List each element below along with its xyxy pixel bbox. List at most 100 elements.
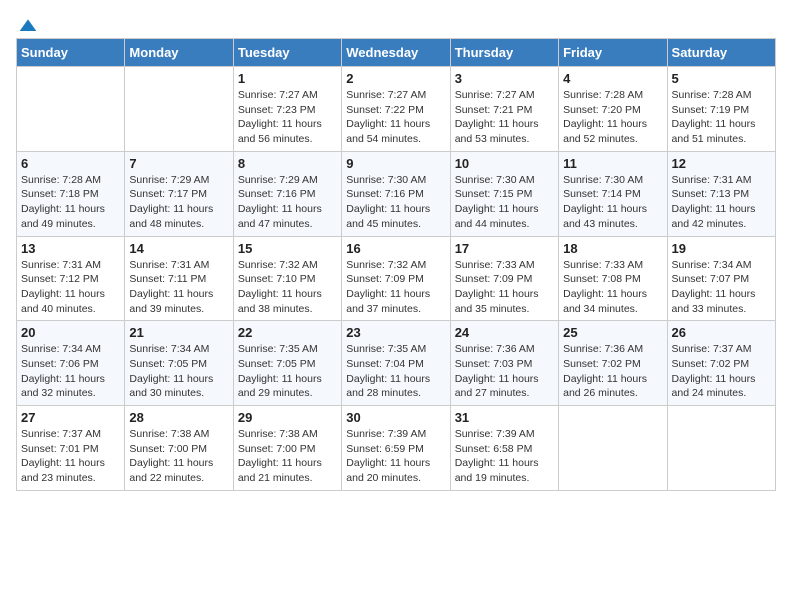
day-info: Sunrise: 7:36 AMSunset: 7:03 PMDaylight:… [455, 342, 554, 401]
day-number: 9 [346, 156, 445, 171]
calendar-cell: 25 Sunrise: 7:36 AMSunset: 7:02 PMDayligh… [559, 321, 667, 406]
calendar-week-row: 13 Sunrise: 7:31 AMSunset: 7:12 PMDayligh… [17, 236, 776, 321]
calendar-cell: 26 Sunrise: 7:37 AMSunset: 7:02 PMDayligh… [667, 321, 775, 406]
day-number: 28 [129, 410, 228, 425]
day-info: Sunrise: 7:28 AMSunset: 7:20 PMDaylight:… [563, 88, 662, 147]
day-number: 19 [672, 241, 771, 256]
day-info: Sunrise: 7:36 AMSunset: 7:02 PMDaylight:… [563, 342, 662, 401]
day-info: Sunrise: 7:38 AMSunset: 7:00 PMDaylight:… [238, 427, 337, 486]
day-of-week-header: Saturday [667, 39, 775, 67]
calendar-cell: 23 Sunrise: 7:35 AMSunset: 7:04 PMDayligh… [342, 321, 450, 406]
day-number: 14 [129, 241, 228, 256]
day-number: 11 [563, 156, 662, 171]
calendar-cell: 5 Sunrise: 7:28 AMSunset: 7:19 PMDaylight… [667, 67, 775, 152]
day-number: 2 [346, 71, 445, 86]
day-number: 21 [129, 325, 228, 340]
calendar-cell: 15Sunrise: 7:32 AMSunset: 7:10 PMDayligh… [233, 236, 341, 321]
calendar-cell: 31Sunrise: 7:39 AMSunset: 6:58 PMDayligh… [450, 406, 558, 491]
calendar-cell: 9 Sunrise: 7:30 AMSunset: 7:16 PMDaylight… [342, 151, 450, 236]
day-info: Sunrise: 7:33 AMSunset: 7:08 PMDaylight:… [563, 258, 662, 317]
day-number: 24 [455, 325, 554, 340]
day-number: 5 [672, 71, 771, 86]
day-of-week-header: Wednesday [342, 39, 450, 67]
calendar-cell: 10 Sunrise: 7:30 AMSunset: 7:15 PMDayligh… [450, 151, 558, 236]
calendar-cell [667, 406, 775, 491]
day-info: Sunrise: 7:28 AMSunset: 7:18 PMDaylight:… [21, 173, 120, 232]
day-number: 1 [238, 71, 337, 86]
day-number: 10 [455, 156, 554, 171]
day-info: Sunrise: 7:27 AMSunset: 7:21 PMDaylight:… [455, 88, 554, 147]
calendar-cell: 4 Sunrise: 7:28 AMSunset: 7:20 PMDaylight… [559, 67, 667, 152]
day-number: 22 [238, 325, 337, 340]
calendar-cell: 27 Sunrise: 7:37 AMSunset: 7:01 PMDayligh… [17, 406, 125, 491]
calendar-week-row: 27 Sunrise: 7:37 AMSunset: 7:01 PMDayligh… [17, 406, 776, 491]
day-info: Sunrise: 7:34 AMSunset: 7:06 PMDaylight:… [21, 342, 120, 401]
calendar-cell: 11 Sunrise: 7:30 AMSunset: 7:14 PMDayligh… [559, 151, 667, 236]
calendar-cell: 6 Sunrise: 7:28 AMSunset: 7:18 PMDaylight… [17, 151, 125, 236]
day-of-week-header: Thursday [450, 39, 558, 67]
calendar-cell: 18 Sunrise: 7:33 AMSunset: 7:08 PMDayligh… [559, 236, 667, 321]
calendar-cell [17, 67, 125, 152]
calendar-week-row: 1 Sunrise: 7:27 AMSunset: 7:23 PMDaylight… [17, 67, 776, 152]
day-info: Sunrise: 7:29 AMSunset: 7:17 PMDaylight:… [129, 173, 228, 232]
logo-icon [18, 16, 38, 36]
day-number: 8 [238, 156, 337, 171]
day-number: 25 [563, 325, 662, 340]
day-number: 23 [346, 325, 445, 340]
logo [16, 16, 38, 30]
day-info: Sunrise: 7:27 AMSunset: 7:22 PMDaylight:… [346, 88, 445, 147]
calendar-cell: 21 Sunrise: 7:34 AMSunset: 7:05 PMDayligh… [125, 321, 233, 406]
day-number: 7 [129, 156, 228, 171]
day-info: Sunrise: 7:28 AMSunset: 7:19 PMDaylight:… [672, 88, 771, 147]
calendar-cell: 3 Sunrise: 7:27 AMSunset: 7:21 PMDaylight… [450, 67, 558, 152]
calendar-cell [125, 67, 233, 152]
calendar-cell: 12 Sunrise: 7:31 AMSunset: 7:13 PMDayligh… [667, 151, 775, 236]
day-info: Sunrise: 7:27 AMSunset: 7:23 PMDaylight:… [238, 88, 337, 147]
day-number: 3 [455, 71, 554, 86]
day-info: Sunrise: 7:30 AMSunset: 7:14 PMDaylight:… [563, 173, 662, 232]
day-number: 26 [672, 325, 771, 340]
day-number: 20 [21, 325, 120, 340]
day-info: Sunrise: 7:32 AMSunset: 7:10 PMDaylight:… [238, 258, 337, 317]
day-info: Sunrise: 7:37 AMSunset: 7:01 PMDaylight:… [21, 427, 120, 486]
day-info: Sunrise: 7:31 AMSunset: 7:13 PMDaylight:… [672, 173, 771, 232]
day-info: Sunrise: 7:30 AMSunset: 7:16 PMDaylight:… [346, 173, 445, 232]
day-number: 13 [21, 241, 120, 256]
day-of-week-header: Sunday [17, 39, 125, 67]
day-number: 6 [21, 156, 120, 171]
calendar-cell: 29 Sunrise: 7:38 AMSunset: 7:00 PMDayligh… [233, 406, 341, 491]
day-number: 27 [21, 410, 120, 425]
calendar-cell: 2 Sunrise: 7:27 AMSunset: 7:22 PMDaylight… [342, 67, 450, 152]
calendar-cell: 19 Sunrise: 7:34 AMSunset: 7:07 PMDayligh… [667, 236, 775, 321]
day-info: Sunrise: 7:30 AMSunset: 7:15 PMDaylight:… [455, 173, 554, 232]
day-number: 29 [238, 410, 337, 425]
calendar-cell: 17Sunrise: 7:33 AMSunset: 7:09 PMDayligh… [450, 236, 558, 321]
day-info: Sunrise: 7:35 AMSunset: 7:04 PMDaylight:… [346, 342, 445, 401]
calendar-week-row: 20 Sunrise: 7:34 AMSunset: 7:06 PMDayligh… [17, 321, 776, 406]
day-info: Sunrise: 7:33 AMSunset: 7:09 PMDaylight:… [455, 258, 554, 317]
day-number: 12 [672, 156, 771, 171]
day-info: Sunrise: 7:34 AMSunset: 7:07 PMDaylight:… [672, 258, 771, 317]
day-info: Sunrise: 7:29 AMSunset: 7:16 PMDaylight:… [238, 173, 337, 232]
page-header [16, 16, 776, 30]
day-number: 16 [346, 241, 445, 256]
day-info: Sunrise: 7:39 AMSunset: 6:59 PMDaylight:… [346, 427, 445, 486]
calendar-cell [559, 406, 667, 491]
day-number: 30 [346, 410, 445, 425]
day-number: 4 [563, 71, 662, 86]
day-number: 18 [563, 241, 662, 256]
calendar-cell: 22 Sunrise: 7:35 AMSunset: 7:05 PMDayligh… [233, 321, 341, 406]
day-info: Sunrise: 7:32 AMSunset: 7:09 PMDaylight:… [346, 258, 445, 317]
day-info: Sunrise: 7:35 AMSunset: 7:05 PMDaylight:… [238, 342, 337, 401]
day-info: Sunrise: 7:34 AMSunset: 7:05 PMDaylight:… [129, 342, 228, 401]
calendar-cell: 1 Sunrise: 7:27 AMSunset: 7:23 PMDaylight… [233, 67, 341, 152]
day-info: Sunrise: 7:37 AMSunset: 7:02 PMDaylight:… [672, 342, 771, 401]
calendar-cell: 13 Sunrise: 7:31 AMSunset: 7:12 PMDayligh… [17, 236, 125, 321]
calendar-header-row: SundayMondayTuesdayWednesdayThursdayFrid… [17, 39, 776, 67]
day-of-week-header: Monday [125, 39, 233, 67]
calendar-week-row: 6 Sunrise: 7:28 AMSunset: 7:18 PMDaylight… [17, 151, 776, 236]
calendar-cell: 7 Sunrise: 7:29 AMSunset: 7:17 PMDaylight… [125, 151, 233, 236]
day-info: Sunrise: 7:31 AMSunset: 7:12 PMDaylight:… [21, 258, 120, 317]
calendar-table: SundayMondayTuesdayWednesdayThursdayFrid… [16, 38, 776, 491]
day-of-week-header: Friday [559, 39, 667, 67]
